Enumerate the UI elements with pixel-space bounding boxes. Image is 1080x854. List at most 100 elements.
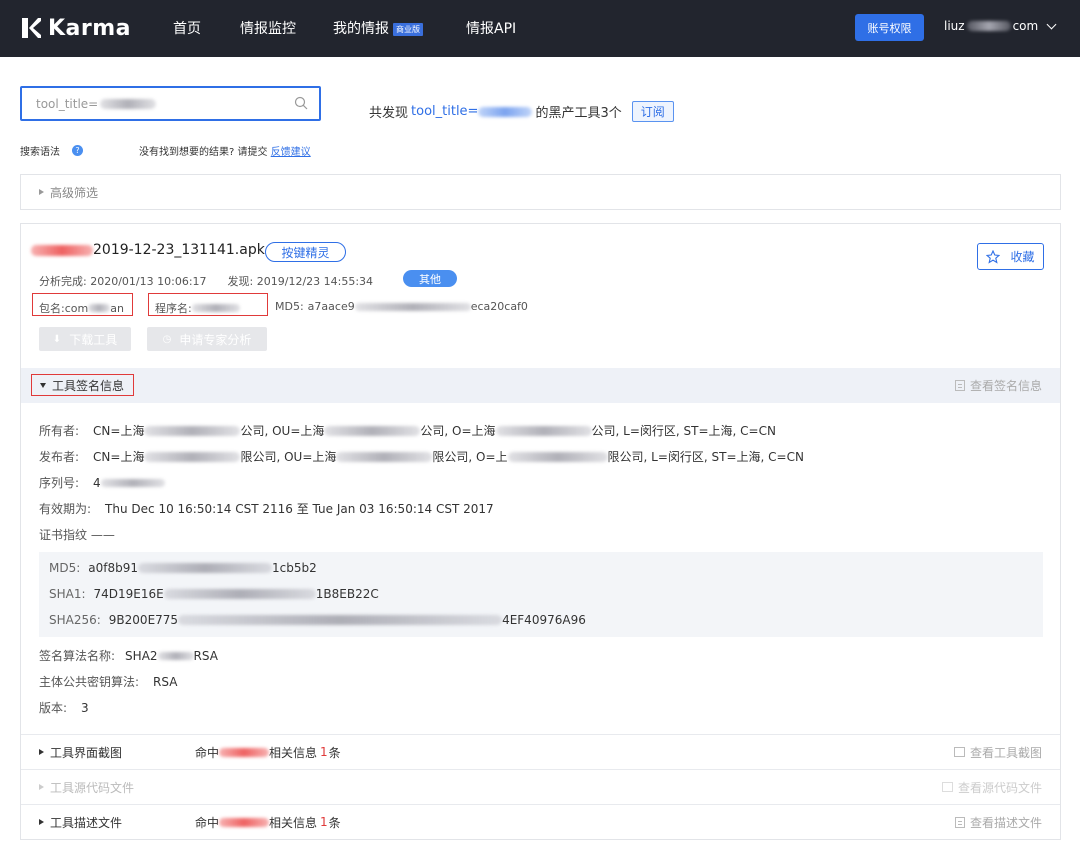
redacted-block bbox=[219, 817, 270, 827]
screenshot-section-title[interactable]: 工具界面截图 bbox=[39, 744, 122, 761]
source-title: 工具源代码文件 bbox=[50, 780, 135, 795]
validity-value: Thu Dec 10 16:50:14 CST 2116 至 Tue Jan 0… bbox=[105, 502, 494, 516]
md5-prefix: a7aace9 bbox=[307, 300, 355, 313]
source-section-title: 工具源代码文件 bbox=[39, 779, 134, 796]
document-icon bbox=[954, 380, 965, 391]
screenshot-section[interactable]: 工具界面截图 命中 相关信息 1 条 查看工具截图 bbox=[21, 734, 1060, 769]
redacted-block bbox=[31, 244, 93, 256]
favorite-button[interactable]: 收藏 bbox=[977, 243, 1044, 270]
search-syntax[interactable]: 搜索语法 ? bbox=[20, 143, 83, 158]
type-tag[interactable]: 其他 bbox=[403, 270, 457, 287]
analysis-done-time: 2020/01/13 10:06:17 bbox=[90, 275, 207, 288]
nav-home[interactable]: 首页 bbox=[173, 18, 201, 38]
cert-owner: 所有者: CN=上海 公司, OU=上海 公司, O=上海 公司, L=闵行区,… bbox=[39, 422, 776, 439]
redacted-block bbox=[144, 451, 241, 462]
fp-sha256-prefix: 9B200E775 bbox=[108, 613, 179, 627]
algo-label: 签名算法名称: bbox=[39, 649, 116, 663]
search-input[interactable]: tool_title= bbox=[20, 86, 321, 121]
hit-count: 1 bbox=[320, 815, 328, 829]
source-section: 工具源代码文件 查看源代码文件 bbox=[21, 769, 1060, 804]
download-tool-button[interactable]: ⬇ 下载工具 bbox=[39, 327, 131, 351]
hit-unit: 条 bbox=[328, 815, 341, 830]
result-prefix: 共发现 bbox=[369, 106, 409, 121]
owner-part: 公司, O=上海 bbox=[420, 424, 496, 438]
sign-algorithm: 签名算法名称: SHA2 RSA bbox=[39, 647, 218, 664]
caret-down-icon bbox=[40, 382, 46, 388]
program-name: 程序名: bbox=[155, 300, 240, 316]
user-menu[interactable]: liuz com bbox=[944, 19, 1057, 33]
fp-sha1-prefix: 74D19E16E bbox=[93, 587, 164, 601]
redacted-block bbox=[495, 425, 592, 436]
description-section[interactable]: 工具描述文件 命中 相关信息 1 条 查看描述文件 bbox=[21, 804, 1060, 839]
signature-section-toggle[interactable]: 工具签名信息 bbox=[31, 374, 134, 396]
fp-md5-prefix: a0f8b91 bbox=[88, 561, 139, 575]
cert-validity: 有效期为: Thu Dec 10 16:50:14 CST 2116 至 Tue… bbox=[39, 500, 494, 517]
description-section-title[interactable]: 工具描述文件 bbox=[39, 814, 122, 831]
fp-sha256-suffix: 4EF40976A96 bbox=[502, 613, 586, 627]
account-permission-button[interactable]: 账号权限 bbox=[855, 14, 924, 41]
hit-unit: 条 bbox=[328, 745, 341, 760]
cert-issuer: 发布者: CN=上海 限公司, OU=上海 限公司, O=上 限公司, L=闵行… bbox=[39, 448, 804, 465]
view-screenshot-label: 查看工具截图 bbox=[969, 745, 1042, 760]
caret-right-icon bbox=[39, 784, 44, 790]
signature-section-header[interactable]: 工具签名信息 查看签名信息 bbox=[21, 368, 1060, 403]
redacted-block bbox=[354, 302, 471, 311]
hit-mid: 相关信息 bbox=[269, 815, 318, 830]
advanced-filter-label: 高级筛选 bbox=[50, 185, 99, 200]
redacted-block bbox=[324, 425, 421, 436]
md5-label: MD5: bbox=[275, 300, 304, 313]
hit-prefix: 命中 bbox=[195, 745, 220, 760]
subscribe-button[interactable]: 订阅 bbox=[631, 101, 674, 122]
advanced-filter-toggle[interactable]: 高级筛选 bbox=[20, 174, 1061, 210]
redacted-block bbox=[507, 451, 608, 462]
feedback-link[interactable]: 反馈建议 bbox=[271, 147, 311, 158]
fingerprint-box: MD5: a0f8b91 1cb5b2 SHA1: 74D19E16E 1B8E… bbox=[39, 552, 1043, 637]
karma-logo[interactable]: Karma bbox=[20, 13, 131, 43]
md5-value: MD5: a7aace9 eca20caf0 bbox=[275, 300, 528, 313]
view-signature-link[interactable]: 查看签名信息 bbox=[954, 377, 1042, 394]
karma-logo-icon bbox=[20, 16, 42, 40]
pubkey-algorithm: 主体公共密钥算法: RSA bbox=[39, 673, 177, 690]
tool-title[interactable]: 2019-12-23_131141.apk bbox=[31, 242, 265, 258]
algo-suffix: RSA bbox=[193, 648, 218, 663]
redacted-block bbox=[100, 478, 165, 487]
expert-analysis-button[interactable]: ◷ 申请专家分析 bbox=[147, 327, 267, 351]
redacted-block bbox=[100, 98, 157, 109]
owner-part: CN=上海 bbox=[93, 424, 145, 438]
result-suffix: 的黑产工具3个 bbox=[535, 106, 622, 121]
fp-sha1-suffix: 1B8EB22C bbox=[315, 587, 379, 601]
redacted-block bbox=[88, 304, 111, 312]
package-prefix: com bbox=[64, 301, 89, 315]
search-icon[interactable] bbox=[294, 96, 308, 110]
validity-label: 有效期为: bbox=[39, 502, 92, 516]
package-label: 包名: bbox=[39, 302, 65, 315]
view-description-link[interactable]: 查看描述文件 bbox=[954, 814, 1042, 831]
hit-count: 1 bbox=[320, 745, 328, 759]
nav-my-intel-label: 我的情报 bbox=[333, 21, 389, 37]
view-source-link: 查看源代码文件 bbox=[941, 779, 1042, 796]
brand-name: Karma bbox=[48, 15, 132, 41]
nav-monitor[interactable]: 情报监控 bbox=[240, 18, 296, 38]
fp-md5-label: MD5: bbox=[49, 561, 81, 575]
code-icon bbox=[941, 782, 953, 792]
owner-part: 公司, OU=上海 bbox=[240, 424, 325, 438]
version-value: 3 bbox=[81, 700, 89, 715]
feedback-hint: 没有找到想要的结果? 请提交 反馈建议 bbox=[139, 143, 311, 158]
nav-api[interactable]: 情报API bbox=[466, 18, 516, 38]
help-icon[interactable]: ? bbox=[72, 145, 83, 156]
fp-md5: MD5: a0f8b91 1cb5b2 bbox=[49, 561, 317, 575]
caret-right-icon bbox=[39, 749, 44, 755]
fp-sha1-label: SHA1: bbox=[49, 587, 86, 601]
star-icon bbox=[986, 249, 1001, 264]
redacted-block bbox=[336, 451, 433, 462]
version-label: 版本: bbox=[39, 701, 68, 715]
redacted-block bbox=[478, 106, 533, 117]
screenshot-hit: 命中 相关信息 1 条 bbox=[195, 744, 341, 761]
screenshot-title: 工具界面截图 bbox=[50, 745, 123, 760]
download-label: 下载工具 bbox=[69, 332, 118, 347]
expert-label: 申请专家分析 bbox=[179, 332, 252, 347]
view-screenshot-link[interactable]: 查看工具截图 bbox=[953, 744, 1042, 761]
category-tag[interactable]: 按键精灵 bbox=[265, 242, 346, 262]
nav-my-intel[interactable]: 我的情报 商业版 bbox=[333, 18, 423, 38]
redacted-block bbox=[966, 21, 1011, 31]
